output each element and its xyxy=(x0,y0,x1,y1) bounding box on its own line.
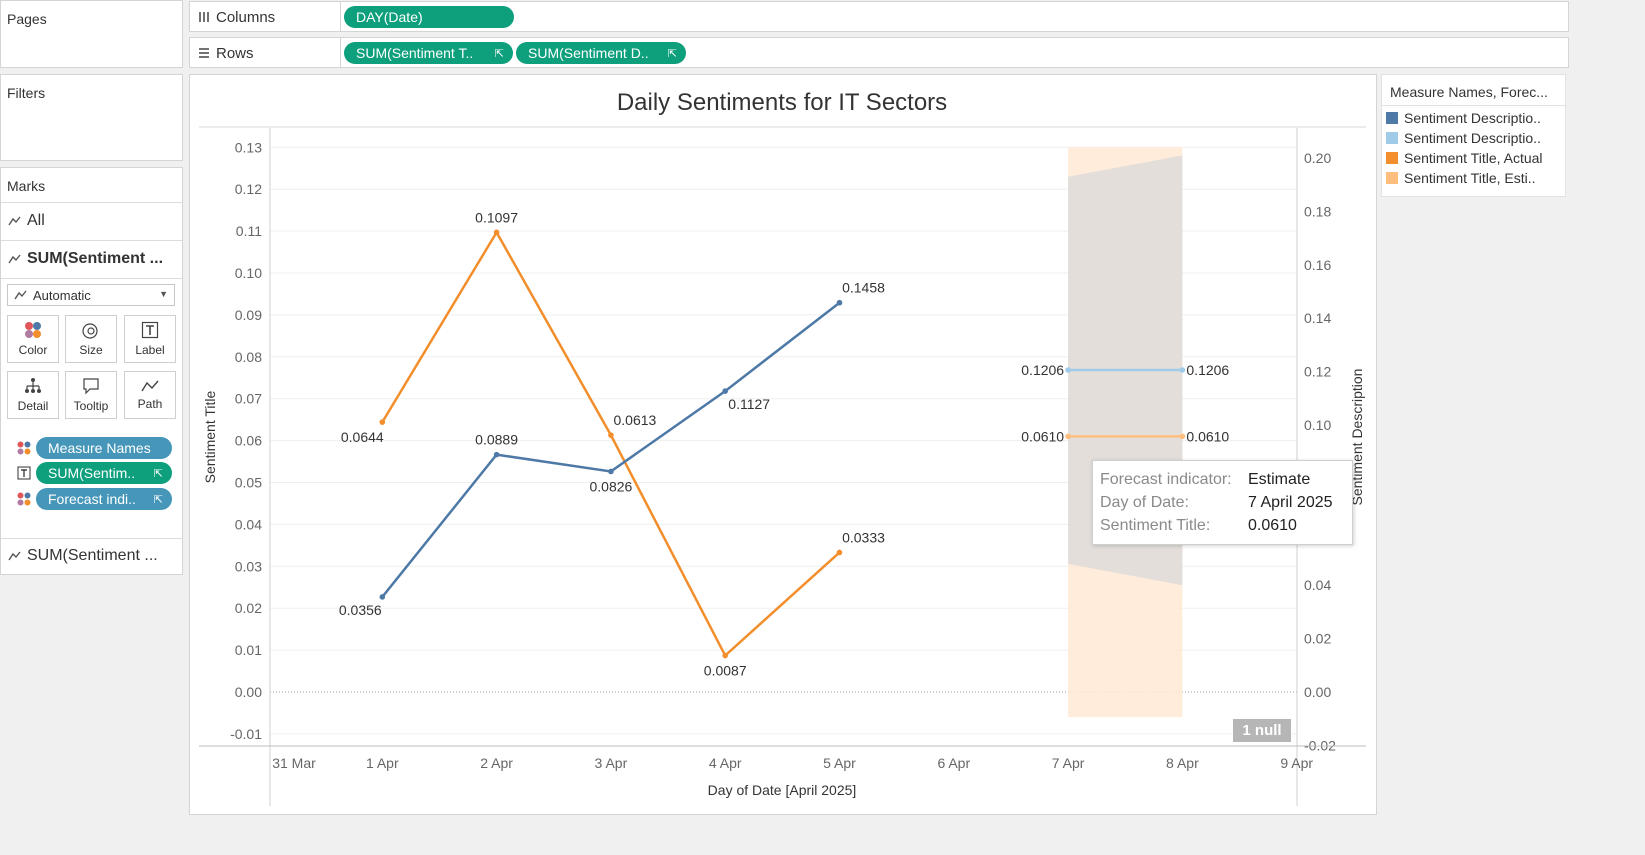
line-mark-icon xyxy=(8,216,21,226)
legend-item-label: Sentiment Descriptio.. xyxy=(1404,110,1541,126)
legend-item-label: Sentiment Descriptio.. xyxy=(1404,130,1541,146)
sum-sentiment-label-pill-label: SUM(Sentim.. xyxy=(48,465,136,481)
pin-icon: ⇱ xyxy=(494,47,504,60)
filters-title: Filters xyxy=(7,85,46,101)
legend-item[interactable]: Sentiment Descriptio.. xyxy=(1386,110,1541,126)
pin-icon: ⇱ xyxy=(667,47,677,60)
rows-icon xyxy=(199,48,209,58)
size-button-label: Size xyxy=(79,343,103,357)
marks-all-row[interactable]: All xyxy=(1,210,182,232)
chart-canvas xyxy=(189,74,1377,815)
color-icon xyxy=(25,322,41,338)
line-mark-icon xyxy=(8,254,21,264)
label-button-label: Label xyxy=(135,343,165,357)
marks-card1-row[interactable]: SUM(Sentiment ... xyxy=(1,248,182,270)
measure-names-pill-label: Measure Names xyxy=(48,440,151,456)
tooltip-key: Day of Date: xyxy=(1100,494,1189,511)
legend-swatch xyxy=(1386,172,1398,184)
legend-item[interactable]: Sentiment Title, Actual xyxy=(1386,150,1543,166)
legend-item[interactable]: Sentiment Title, Esti.. xyxy=(1386,170,1536,186)
label-icon xyxy=(17,466,31,480)
measure-names-pill[interactable]: Measure Names xyxy=(36,437,172,459)
sum-sentiment-title-pill-label: SUM(Sentiment T.. xyxy=(356,45,474,61)
day-date-pill[interactable]: DAY(Date) xyxy=(344,6,514,28)
pin-icon: ⇱ xyxy=(153,467,163,480)
label-icon xyxy=(141,321,159,339)
tooltip-key: Sentiment Title: xyxy=(1100,517,1211,534)
tooltip-value: 0.0610 xyxy=(1248,517,1297,534)
legend-item-label: Sentiment Title, Actual xyxy=(1404,150,1543,166)
tooltip-value: 7 April 2025 xyxy=(1248,494,1333,511)
tooltip-value: Estimate xyxy=(1248,471,1311,488)
tooltip-button-label: Tooltip xyxy=(73,399,109,413)
rows-label: Rows xyxy=(216,45,254,62)
null-badge-label: 1 null xyxy=(1242,722,1282,739)
columns-shelf[interactable]: Columns DAY(Date) xyxy=(189,1,1569,32)
columns-icon xyxy=(199,12,209,22)
color-icon xyxy=(17,492,31,506)
detail-button-label: Detail xyxy=(17,399,49,413)
color-button[interactable]: Color xyxy=(7,315,59,363)
path-button[interactable]: Path xyxy=(124,371,176,419)
line-mark-icon xyxy=(14,290,27,300)
columns-label: Columns xyxy=(216,9,276,26)
legend-title: Measure Names, Forec... xyxy=(1390,84,1548,100)
marks-card2-label: SUM(Sentiment ... xyxy=(27,547,158,564)
rows-shelf[interactable]: Rows SUM(Sentiment T.. ⇱ SUM(Sentiment D… xyxy=(189,37,1569,68)
marks-card1-label: SUM(Sentiment ... xyxy=(27,250,164,267)
null-badge[interactable]: 1 null xyxy=(1233,719,1291,742)
filters-card[interactable]: Filters xyxy=(0,74,183,161)
legend-swatch xyxy=(1386,132,1398,144)
sum-sentiment-title-pill[interactable]: SUM(Sentiment T.. ⇱ xyxy=(344,42,513,64)
marks-title: Marks xyxy=(7,178,46,194)
path-button-label: Path xyxy=(137,397,163,411)
pin-icon: ⇱ xyxy=(153,493,163,506)
size-icon xyxy=(82,323,98,339)
marks-card2-row[interactable]: SUM(Sentiment ... xyxy=(1,545,182,567)
mark-type-value: Automatic xyxy=(33,287,91,303)
tooltip-icon xyxy=(83,378,99,395)
detail-icon xyxy=(25,378,41,393)
color-icon xyxy=(17,441,31,455)
legend-card[interactable]: Measure Names, Forec... Sentiment Descri… xyxy=(1381,74,1566,197)
size-button[interactable]: Size xyxy=(65,315,117,363)
marks-card: Marks All SUM(Sentiment ... Automatic ▼ … xyxy=(0,167,183,575)
forecast-indicator-pill[interactable]: Forecast indi.. ⇱ xyxy=(36,488,172,510)
sum-sentiment-label-pill[interactable]: SUM(Sentim.. ⇱ xyxy=(36,462,172,484)
pages-title: Pages xyxy=(7,11,47,27)
tooltip-popup: Forecast indicator: Estimate Day of Date:… xyxy=(1092,460,1353,545)
color-button-label: Color xyxy=(18,343,48,357)
sum-sentiment-description-pill-label: SUM(Sentiment D.. xyxy=(528,45,649,61)
tooltip-button[interactable]: Tooltip xyxy=(65,371,117,419)
chevron-down-icon: ▼ xyxy=(159,289,168,299)
legend-item[interactable]: Sentiment Descriptio.. xyxy=(1386,130,1541,146)
line-mark-icon xyxy=(8,551,21,561)
label-button[interactable]: Label xyxy=(124,315,176,363)
legend-item-label: Sentiment Title, Esti.. xyxy=(1404,170,1536,186)
day-date-pill-label: DAY(Date) xyxy=(356,9,423,25)
pages-card[interactable]: Pages xyxy=(0,0,183,68)
detail-button[interactable]: Detail xyxy=(7,371,59,419)
path-icon xyxy=(141,380,159,392)
sum-sentiment-description-pill[interactable]: SUM(Sentiment D.. ⇱ xyxy=(516,42,686,64)
tooltip-key: Forecast indicator: xyxy=(1100,471,1232,488)
legend-swatch xyxy=(1386,152,1398,164)
forecast-indicator-pill-label: Forecast indi.. xyxy=(48,491,136,507)
marks-all-label: All xyxy=(27,212,45,229)
legend-swatch xyxy=(1386,112,1398,124)
mark-type-dropdown[interactable]: Automatic ▼ xyxy=(7,284,175,306)
